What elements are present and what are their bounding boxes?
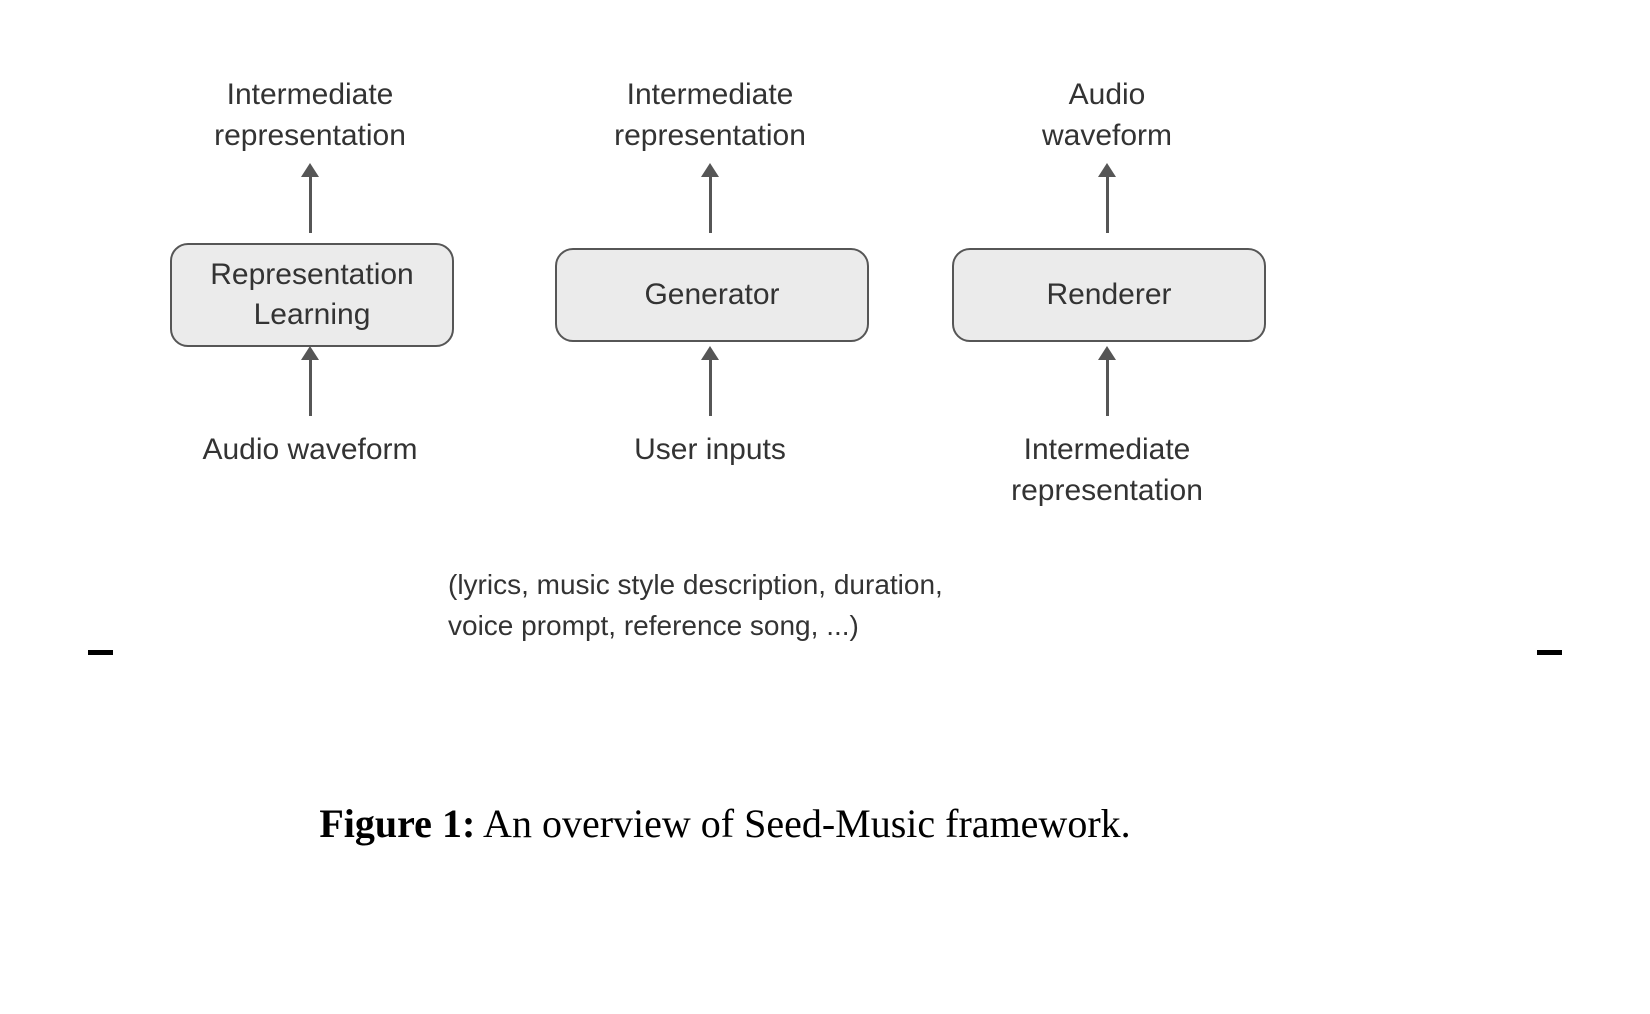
user-inputs-note: (lyrics, music style description, durati… bbox=[448, 565, 1048, 646]
block-generator: Generator bbox=[555, 248, 869, 342]
arrow-col2-top bbox=[709, 175, 712, 233]
col2-top-label: Intermediate representation bbox=[555, 75, 865, 156]
figure-caption-label: Figure 1: bbox=[319, 801, 475, 846]
block-representation-learning: Representation Learning bbox=[170, 243, 454, 347]
block-renderer: Renderer bbox=[952, 248, 1266, 342]
col1-box-label: Representation Learning bbox=[210, 255, 413, 336]
arrow-col1-top bbox=[309, 175, 312, 233]
col3-top-label: Audio waveform bbox=[952, 75, 1262, 156]
arrow-col3-bottom bbox=[1106, 358, 1109, 416]
arrow-col1-bottom bbox=[309, 358, 312, 416]
col3-bottom-label: Intermediate representation bbox=[952, 430, 1262, 511]
col1-bottom-label: Audio waveform bbox=[170, 430, 450, 471]
arrow-col3-top bbox=[1106, 175, 1109, 233]
col2-bottom-label: User inputs bbox=[555, 430, 865, 471]
col1-top-label: Intermediate representation bbox=[170, 75, 450, 156]
figure-caption: Figure 1: An overview of Seed-Music fram… bbox=[0, 800, 1450, 847]
left-dash-icon bbox=[88, 650, 113, 655]
diagram-container: Intermediate representation Representati… bbox=[0, 0, 1650, 1014]
col2-box-label: Generator bbox=[644, 275, 779, 316]
right-dash-icon bbox=[1537, 650, 1562, 655]
figure-caption-text: An overview of Seed-Music framework. bbox=[475, 801, 1130, 846]
arrow-col2-bottom bbox=[709, 358, 712, 416]
col3-box-label: Renderer bbox=[1046, 275, 1171, 316]
